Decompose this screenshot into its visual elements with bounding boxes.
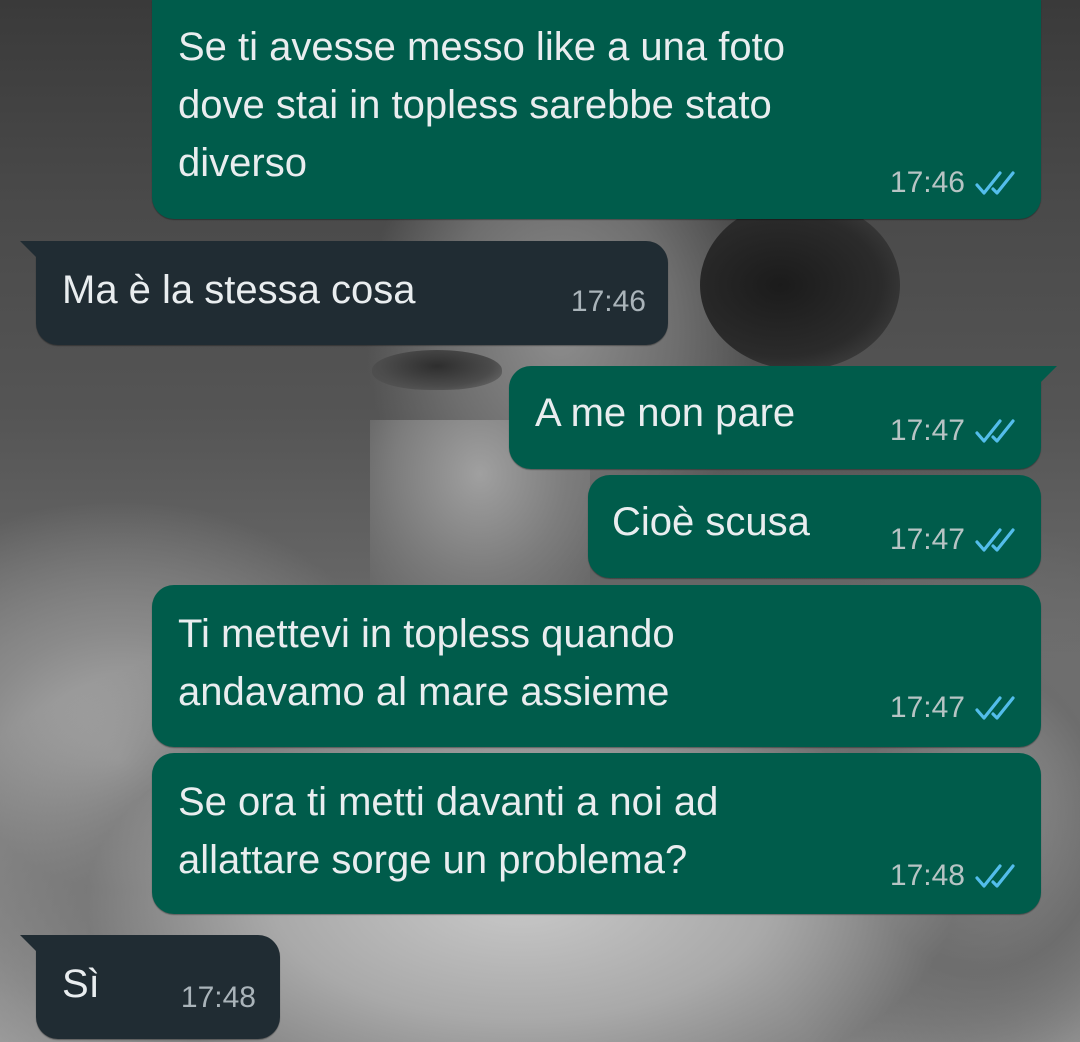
double-check-icon <box>973 861 1019 891</box>
message-text: andavamo al mare assieme <box>178 670 670 714</box>
message-text: Ma è la stessa cosa <box>62 268 416 312</box>
message-time: 17:47 <box>889 414 965 447</box>
message-bubble-incoming[interactable]: Ma è la stessa cosa 17:46 <box>20 241 668 345</box>
message-text: Cioè scusa <box>612 500 810 544</box>
message-time: 17:46 <box>889 166 965 199</box>
message-meta: 17:47 <box>890 523 1019 557</box>
message-text: Se ti avesse messo like a una foto <box>178 25 785 69</box>
message-bubble-outgoing[interactable]: A me non pare 17:47 <box>509 366 1057 469</box>
message-text: dove stai in topless sarebbe stato <box>178 83 772 127</box>
message-list: Se ti avesse messo like a una foto dove … <box>0 0 1080 1042</box>
message-bubble-outgoing[interactable]: Se ora ti metti davanti a noi ad allatta… <box>152 753 1041 914</box>
message-time: 17:46 <box>570 285 646 318</box>
message-text: Se ora ti metti davanti a noi ad <box>178 780 719 824</box>
message-time: 17:47 <box>889 691 965 724</box>
message-time: 17:48 <box>889 859 965 892</box>
message-text: A me non pare <box>535 391 796 435</box>
message-text: diverso <box>178 141 307 185</box>
message-bubble-outgoing[interactable]: Ti mettevi in topless quando andavamo al… <box>152 585 1041 747</box>
message-text: Ti mettevi in topless quando <box>178 612 675 656</box>
message-bubble-outgoing[interactable]: Cioè scusa 17:47 <box>588 475 1041 578</box>
message-meta: 17:48 <box>890 859 1019 893</box>
message-meta: 17:46 <box>571 285 646 319</box>
message-meta: 17:47 <box>890 414 1019 448</box>
message-text: Sì <box>62 962 100 1006</box>
message-bubble-outgoing[interactable]: Se ti avesse messo like a una foto dove … <box>152 0 1041 219</box>
double-check-icon <box>973 416 1019 446</box>
message-time: 17:48 <box>180 981 256 1014</box>
message-meta: 17:46 <box>890 166 1019 200</box>
message-meta: 17:48 <box>181 981 256 1015</box>
message-time: 17:47 <box>889 523 965 556</box>
message-bubble-incoming[interactable]: Sì 17:48 <box>20 935 280 1039</box>
double-check-icon <box>973 525 1019 555</box>
message-text: allattare sorge un problema? <box>178 838 688 882</box>
double-check-icon <box>973 168 1019 198</box>
message-meta: 17:47 <box>890 691 1019 725</box>
double-check-icon <box>973 693 1019 723</box>
